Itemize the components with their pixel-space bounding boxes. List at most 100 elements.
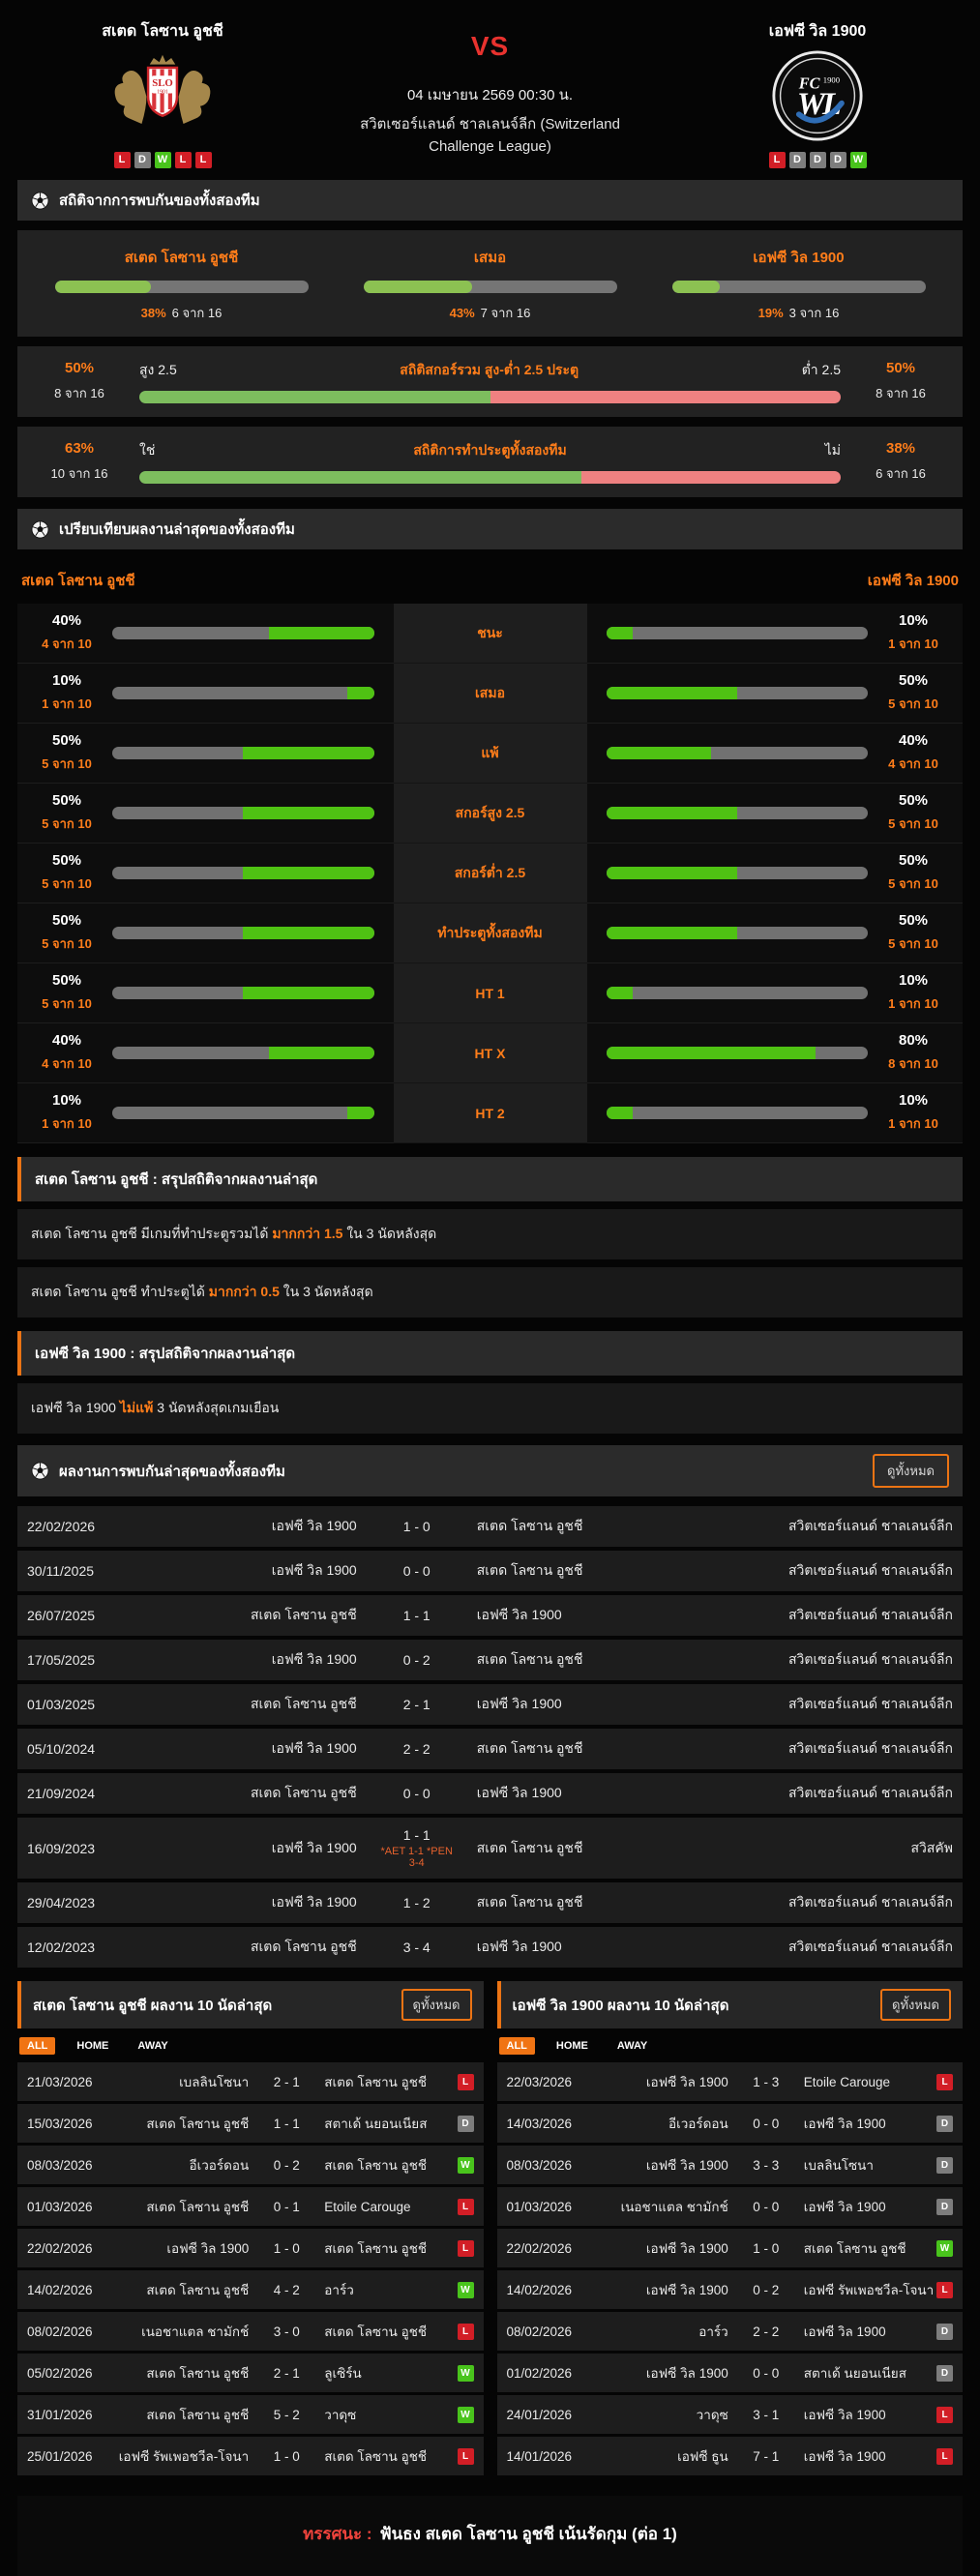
match-date: 16/09/2023 <box>27 1840 96 1856</box>
winrate-numbers: 43% 7 จาก 16 <box>336 303 644 323</box>
home-team: อาร์ว <box>698 2324 728 2339</box>
left-percent: 10% <box>51 1092 82 1109</box>
winrate-count: 3 จาก 16 <box>788 306 840 320</box>
home-team-logo: SLO 1901 <box>17 49 308 142</box>
result-badge: L <box>936 2406 953 2423</box>
verdict-text: ฟันธง สเตด โลซาน อูชชี เน้นรัดกุม (ต่อ 1… <box>379 2525 677 2543</box>
score-cell: 2 - 2 <box>376 1741 458 1757</box>
away-team: สเตด โลซาน อูชชี <box>324 2449 428 2464</box>
dual-bar-area: สูง 2.5 สถิติสกอร์รวม สูง-ต่ำ 2.5 ประตู … <box>139 360 841 403</box>
comparison-section: เปรียบเทียบผลงานล่าสุดของทั้งสองทีม สเตด… <box>17 509 963 1143</box>
soccer-ball-icon <box>31 519 49 539</box>
dual-left-percent: 50% <box>64 360 95 376</box>
right-count: 5 จาก 10 <box>888 816 938 831</box>
home-team: เอฟซี วิล 1900 <box>645 2366 728 2381</box>
left-bar-fill <box>347 1107 374 1119</box>
form-row: 22/02/2026 เอฟซี วิล 1900 1 - 0 สเตด โลซ… <box>496 2229 963 2267</box>
away-form-table: เอฟซี วิล 1900 ผลงาน 10 นัดล่าสุด ดูทั้ง… <box>496 1981 963 2478</box>
winrate-label: สเตด โลซาน อูชชี <box>124 250 239 266</box>
h2h-result-row: 17/05/2025 เอฟซี วิล 1900 0 - 2 สเตด โลซ… <box>17 1640 963 1680</box>
comparison-row: 50% 5 จาก 10 แพ้ 40% 4 จาก 10 <box>17 724 963 784</box>
dual-left-count: 8 จาก 16 <box>54 386 104 400</box>
match-date: 08/02/2026 <box>27 2324 93 2339</box>
form-filter-tab[interactable]: ALL <box>19 2037 56 2055</box>
winrate-numbers: 19% 3 จาก 16 <box>644 303 953 323</box>
league-name: สวิตเซอร์แลนด์ ชาลเลนจ์ลีก <box>787 1894 953 1910</box>
left-bar-fill <box>243 927 374 939</box>
away-team-logo: FC 1900 WL <box>672 49 963 142</box>
comparison-stat-label: สกอร์สูง 2.5 <box>393 784 587 844</box>
right-bar-fill <box>606 627 633 639</box>
right-bar <box>606 687 868 699</box>
h2h-results-header: ผลงานการพบกันล่าสุดของทั้งสองทีม ดูทั้งห… <box>17 1445 963 1496</box>
form-row: 14/02/2026 สเตด โลซาน อูชชี 4 - 2 อาร์ว … <box>17 2270 484 2309</box>
away-team: สเตด โลซาน อูชชี <box>803 2241 906 2256</box>
h2h-view-all-button[interactable]: ดูทั้งหมด <box>873 1454 949 1488</box>
result-badge: L <box>936 2447 953 2465</box>
comparison-stat-label: HT 2 <box>393 1083 587 1143</box>
left-bar-fill <box>269 627 374 639</box>
score: 5 - 2 <box>273 2407 300 2422</box>
form-row: 08/03/2026 เอฟซี วิล 1900 3 - 3 เบลลินโซ… <box>496 2146 963 2184</box>
score-cell: 3 - 4 <box>376 1939 458 1955</box>
away-team: เบลลินโซนา <box>803 2158 874 2173</box>
h2h-winrate-panel: สเตด โลซาน อูชชี 38% 6 จาก 16 เสมอ 43% 7 จ… <box>17 230 963 337</box>
form-filter-tab[interactable]: ALL <box>498 2037 535 2055</box>
form-badge: D <box>829 152 846 168</box>
left-count: 5 จาก 10 <box>42 876 92 891</box>
right-count: 1 จาก 10 <box>888 996 938 1011</box>
result-badge: L <box>936 2281 953 2298</box>
score: 1 - 0 <box>273 2240 300 2256</box>
home-summary-title: สเตด โลซาน อูชชี : สรุปสถิติจากผลงานล่าส… <box>17 1157 963 1201</box>
h2h-dual-stats: 50% 8 จาก 16 สูง 2.5 สถิติสกอร์รวม สูง-ต… <box>17 346 963 497</box>
comparison-stat-label: แพ้ <box>393 724 587 784</box>
match-info: VS 04 เมษายน 2569 00:30 น. สวิตเซอร์แลนด… <box>308 12 672 168</box>
form-row: 08/03/2026 อีเวอร์ดอน 0 - 2 สเตด โลซาน อ… <box>17 2146 484 2184</box>
result-badge: W <box>457 2364 474 2382</box>
away-team: สเตด โลซาน อูชชี <box>476 1894 583 1910</box>
home-team: เอฟซี วิล 1900 <box>645 2241 728 2256</box>
vs-label: VS <box>470 31 510 61</box>
right-bar <box>606 747 868 759</box>
dual-stat-row: 63% 10 จาก 16 ใช่ สถิติการทำประตูทั้งสอง… <box>17 427 963 497</box>
form-row: 05/02/2026 สเตด โลซาน อูชชี 2 - 1 ลูเซิร… <box>17 2354 484 2392</box>
winrate-column: เสมอ 43% 7 จาก 16 <box>336 246 644 323</box>
result-badge: L <box>457 2198 474 2215</box>
right-count: 8 จาก 10 <box>888 1056 938 1071</box>
comparison-right-cell: 10% 1 จาก 10 <box>586 604 963 664</box>
score: 2 - 1 <box>273 2074 300 2089</box>
form-filter-tab[interactable]: AWAY <box>609 2037 655 2055</box>
home-team: เอฟซี วิล 1900 <box>645 2075 728 2089</box>
match-date: 22/02/2026 <box>27 2240 93 2256</box>
home-form-view-all-button[interactable]: ดูทั้งหมด <box>401 1989 472 2021</box>
winrate-column: สเตด โลซาน อูชชี 38% 6 จาก 16 <box>27 246 336 323</box>
right-percent: 10% <box>898 1092 929 1109</box>
left-bar-fill <box>243 747 374 759</box>
match-league: สวิตเซอร์แลนด์ ชาลเลนจ์ลีก (Switzerland … <box>360 116 620 155</box>
away-form-view-all-button[interactable]: ดูทั้งหมด <box>880 1989 951 2021</box>
home-team: สเตด โลซาน อูชชี <box>146 2200 250 2214</box>
h2h-results-section: ผลงานการพบกันล่าสุดของทั้งสองทีม ดูทั้งห… <box>17 1445 963 1968</box>
form-row: 31/01/2026 สเตด โลซาน อูชชี 5 - 2 วาดุซ … <box>17 2395 484 2434</box>
comparison-title: เปรียบเทียบผลงานล่าสุดของทั้งสองทีม <box>59 521 295 538</box>
form-filter-tab[interactable]: HOME <box>549 2037 596 2055</box>
away-team: สเตด โลซาน อูชชี <box>324 2075 428 2089</box>
match-datetime: 04 เมษายน 2569 00:30 น. <box>406 87 574 104</box>
comparison-stat-label: HT X <box>393 1023 587 1083</box>
winrate-count: 7 จาก 16 <box>480 306 531 320</box>
comparison-right-cell: 40% 4 จาก 10 <box>586 724 963 784</box>
h2h-result-row: 26/07/2025 สเตด โลซาน อูชชี 1 - 1 เอฟซี … <box>17 1595 963 1636</box>
away-team: เอฟซี วิล 1900 <box>476 1607 562 1622</box>
form-filter-tab[interactable]: HOME <box>69 2037 116 2055</box>
comparison-right-cell: 50% 5 จาก 10 <box>586 903 963 963</box>
winrate-bar <box>54 281 309 293</box>
score-cell: 0 - 0 <box>376 1563 458 1579</box>
right-percent: 50% <box>898 912 929 929</box>
comparison-left-cell: 10% 1 จาก 10 <box>17 1083 394 1143</box>
comparison-away-team: เอฟซี วิล 1900 <box>867 573 959 589</box>
comparison-left-cell: 50% 5 จาก 10 <box>17 724 394 784</box>
dual-title: สถิติการทำประตูทั้งสองทีม <box>413 442 567 458</box>
match-date: 15/03/2026 <box>27 2116 93 2131</box>
score: 3 - 1 <box>753 2407 780 2422</box>
form-filter-tab[interactable]: AWAY <box>130 2037 175 2055</box>
